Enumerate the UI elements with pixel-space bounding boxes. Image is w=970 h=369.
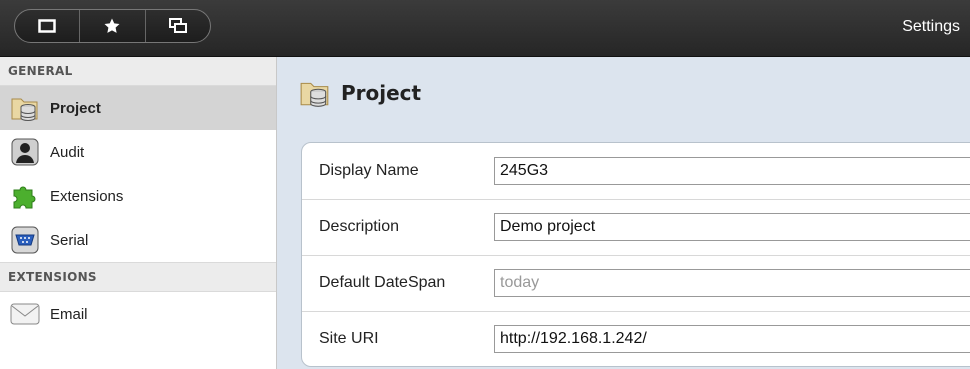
sidebar-item-label: Email xyxy=(50,305,88,323)
sidebar: GENERAL Project Audit Extensions Serial … xyxy=(0,57,277,369)
envelope-icon xyxy=(8,297,42,331)
top-bar: Settings xyxy=(0,0,970,57)
sidebar-item-email[interactable]: Email xyxy=(0,292,276,336)
project-db-icon xyxy=(8,91,42,125)
field-row-display-name: Display Name xyxy=(302,143,970,200)
field-row-default-datespan: Default DateSpan xyxy=(302,255,970,312)
sidebar-item-extensions[interactable]: Extensions xyxy=(0,174,276,218)
section-title: Project xyxy=(341,81,422,105)
field-row-site-uri: Site URI xyxy=(302,311,970,367)
square-button[interactable] xyxy=(15,10,79,42)
star-icon xyxy=(104,18,120,33)
site-uri-input[interactable] xyxy=(494,325,970,353)
main-content: Project Display Name Description Default… xyxy=(277,57,970,369)
section-header-extensions: EXTENSIONS xyxy=(0,262,276,292)
page-title: Settings xyxy=(902,18,960,35)
sidebar-item-label: Audit xyxy=(50,143,85,161)
display-name-label: Display Name xyxy=(319,162,419,179)
main-header: Project xyxy=(299,77,421,109)
settings-panel: Display Name Description Default DateSpa… xyxy=(301,142,970,367)
site-uri-label: Site URI xyxy=(319,330,379,347)
project-db-icon xyxy=(300,82,329,107)
description-input[interactable] xyxy=(494,213,970,241)
serial-port-icon xyxy=(8,223,42,257)
sidebar-item-label: Serial xyxy=(50,231,89,249)
windows-button[interactable] xyxy=(144,10,210,42)
description-label: Description xyxy=(319,218,400,235)
puzzle-icon xyxy=(8,179,42,213)
display-name-input[interactable] xyxy=(494,157,970,185)
sidebar-item-serial[interactable]: Serial xyxy=(0,218,276,262)
user-icon xyxy=(8,135,42,169)
toolbar-button-group xyxy=(14,9,211,43)
sidebar-item-audit[interactable]: Audit xyxy=(0,130,276,174)
field-row-description: Description xyxy=(302,199,970,256)
square-icon xyxy=(38,19,56,33)
default-datespan-label: Default DateSpan xyxy=(319,274,446,291)
sidebar-item-label: Extensions xyxy=(50,187,124,205)
favorite-button[interactable] xyxy=(79,10,144,42)
default-datespan-input[interactable] xyxy=(494,269,970,297)
section-header-general: GENERAL xyxy=(0,57,276,86)
sidebar-item-label: Project xyxy=(50,99,101,117)
sidebar-item-project[interactable]: Project xyxy=(0,86,276,130)
windows-icon xyxy=(168,18,187,33)
